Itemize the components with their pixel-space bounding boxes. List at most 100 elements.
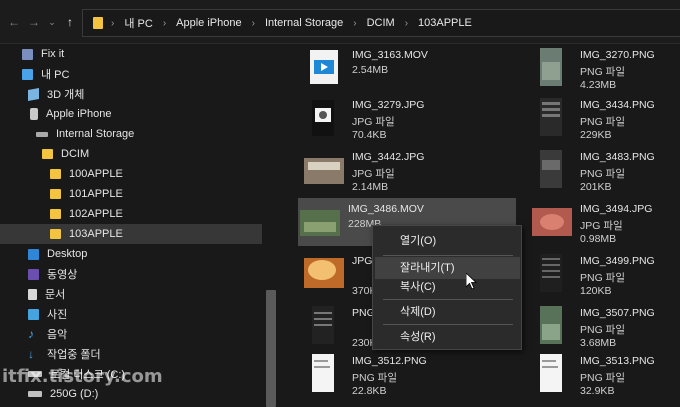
sidebar-item-work-folder[interactable]: ↓ 작업중 폴더: [28, 344, 101, 364]
breadcrumb-item-apple-iphone[interactable]: Apple iPhone: [174, 17, 243, 29]
chevron-right-icon: ›: [251, 17, 255, 29]
sidebar-item-dcim[interactable]: DCIM: [42, 144, 89, 164]
menu-item-properties[interactable]: 속성(R): [375, 326, 520, 348]
drive-icon: [36, 131, 48, 137]
file-item[interactable]: IMG_3163.MOV 2.54MB: [302, 44, 512, 92]
folder-icon: [50, 189, 61, 199]
sidebar-item-label: DCIM: [61, 148, 90, 160]
breadcrumb-item-internal-storage[interactable]: Internal Storage: [263, 17, 345, 29]
video-file-icon: [310, 50, 338, 84]
file-name: IMG_3483.PNG: [580, 151, 655, 163]
file-item[interactable]: IMG_3434.PNG PNG 파일 229KB: [530, 94, 680, 142]
chevron-right-icon: ›: [162, 17, 167, 29]
file-type: PNG 파일: [580, 168, 625, 180]
file-item[interactable]: IMG_3483.PNG PNG 파일 201KB: [530, 146, 680, 194]
image-thumbnail: [304, 258, 344, 288]
sidebar-item-apple-iphone[interactable]: Apple iPhone: [30, 104, 111, 124]
file-name: IMG_3442.JPG: [352, 151, 425, 163]
image-thumbnail: [540, 150, 562, 188]
breadcrumb: › 내 PC › Apple iPhone › Internal Storage…: [93, 10, 474, 36]
sidebar-item-internal-storage[interactable]: Internal Storage: [36, 124, 134, 144]
folder-icon: [93, 17, 103, 29]
video-thumbnail: [300, 210, 340, 236]
sidebar-item-my-pc[interactable]: 내 PC: [22, 64, 69, 84]
music-icon: ♪: [28, 326, 34, 341]
file-size: 2.14MB: [352, 181, 389, 193]
back-arrow-icon[interactable]: ←: [6, 14, 22, 30]
file-item[interactable]: IMG_3507.PNG PNG 파일 3.68MB: [530, 302, 680, 350]
up-arrow-icon[interactable]: ↑: [62, 14, 78, 30]
pc-icon: [22, 68, 33, 80]
sidebar-scrollbar-thumb[interactable]: [266, 290, 276, 407]
breadcrumb-item-my-pc[interactable]: 내 PC: [122, 15, 154, 31]
file-size: 3.68MB: [580, 337, 617, 349]
video-icon: [28, 268, 39, 280]
image-thumbnail: [312, 100, 334, 136]
folder-icon: [42, 149, 53, 159]
cube-icon: [28, 87, 39, 101]
sidebar-item-101apple[interactable]: 101APPLE: [50, 184, 123, 204]
file-size: 229KB: [580, 129, 612, 141]
file-item[interactable]: IMG_3270.PNG PNG 파일 4.23MB: [530, 44, 680, 92]
picture-icon: [28, 308, 39, 320]
file-name: IMG_3279.JPG: [352, 99, 425, 111]
file-type: PNG 파일: [580, 66, 625, 78]
file-item[interactable]: IMG_3512.PNG PNG 파일 22.8KB: [302, 350, 512, 398]
menu-item-open[interactable]: 열기(O): [375, 230, 520, 252]
sidebar-item-label: 100APPLE: [69, 168, 123, 180]
sidebar-item-label: 102APPLE: [69, 208, 123, 220]
file-type: JPG 파일: [580, 220, 623, 232]
file-item[interactable]: IMG_3494.JPG JPG 파일 0.98MB: [530, 198, 680, 246]
sidebar-item-103apple[interactable]: 103APPLE: [0, 224, 266, 244]
address-bar[interactable]: › 내 PC › Apple iPhone › Internal Storage…: [82, 9, 680, 37]
file-name: IMG_3434.PNG: [580, 99, 655, 111]
sidebar-item-desktop[interactable]: Desktop: [28, 244, 87, 264]
fixit-icon: [22, 48, 33, 60]
sidebar-item-label: 101APPLE: [69, 188, 123, 200]
forward-arrow-icon[interactable]: →: [26, 14, 42, 30]
sidebar-item-fix-it[interactable]: Fix it: [22, 44, 64, 64]
folder-icon: [50, 229, 61, 239]
sidebar-item-102apple[interactable]: 102APPLE: [50, 204, 123, 224]
file-size: 22.8KB: [352, 385, 387, 397]
file-item[interactable]: IMG_3499.PNG PNG 파일 120KB: [530, 250, 680, 298]
breadcrumb-item-dcim[interactable]: DCIM: [365, 17, 397, 29]
sidebar-item-label: 문서: [45, 289, 66, 301]
chevron-right-icon: ›: [111, 17, 115, 29]
file-size: 2.54MB: [352, 64, 389, 76]
menu-item-copy[interactable]: 복사(C): [375, 276, 520, 298]
file-size: 0.98MB: [580, 233, 617, 245]
menu-divider: [383, 324, 513, 325]
sidebar-item-label: 작업중 폴더: [47, 349, 101, 361]
sidebar-item-music[interactable]: ♪ 음악: [28, 324, 67, 344]
breadcrumb-item-103apple[interactable]: 103APPLE: [416, 17, 474, 29]
chevron-right-icon: ›: [404, 17, 409, 29]
file-name: IMG_3513.PNG: [580, 355, 655, 367]
file-name: JPG: [352, 255, 373, 267]
toolbar: ← → ⌄ ↑ › 내 PC › Apple iPhone › Internal…: [0, 0, 680, 44]
sidebar-item-3d-objects[interactable]: 3D 개체: [28, 84, 84, 104]
file-item[interactable]: IMG_3442.JPG JPG 파일 2.14MB: [302, 146, 512, 194]
sidebar-item-label: 내 PC: [41, 69, 70, 81]
image-thumbnail: [312, 354, 334, 392]
menu-item-delete[interactable]: 삭제(D): [375, 301, 520, 323]
file-type: PNG 파일: [352, 372, 397, 384]
mouse-pointer-icon: [466, 273, 478, 290]
file-type: PNG 파일: [580, 372, 625, 384]
recent-locations-icon[interactable]: ⌄: [44, 14, 60, 30]
folder-icon: [50, 209, 61, 219]
desktop-icon: [28, 248, 39, 260]
file-item[interactable]: IMG_3513.PNG PNG 파일 32.9KB: [530, 350, 680, 398]
file-name: IMG_3507.PNG: [580, 307, 655, 319]
sidebar-item-label: 3D 개체: [47, 89, 85, 101]
image-thumbnail: [532, 208, 572, 236]
sidebar-item-250g-d[interactable]: 250G (D:): [28, 384, 98, 404]
sidebar-item-documents[interactable]: 문서: [28, 284, 65, 304]
sidebar-item-videos[interactable]: 동영상: [28, 264, 77, 284]
image-thumbnail: [540, 98, 562, 136]
sidebar-item-100apple[interactable]: 100APPLE: [50, 164, 123, 184]
file-item[interactable]: IMG_3279.JPG JPG 파일 70.4KB: [302, 94, 512, 142]
file-type: JPG 파일: [352, 168, 395, 180]
file-name: IMG_3499.PNG: [580, 255, 655, 267]
sidebar-item-pictures[interactable]: 사진: [28, 304, 67, 324]
